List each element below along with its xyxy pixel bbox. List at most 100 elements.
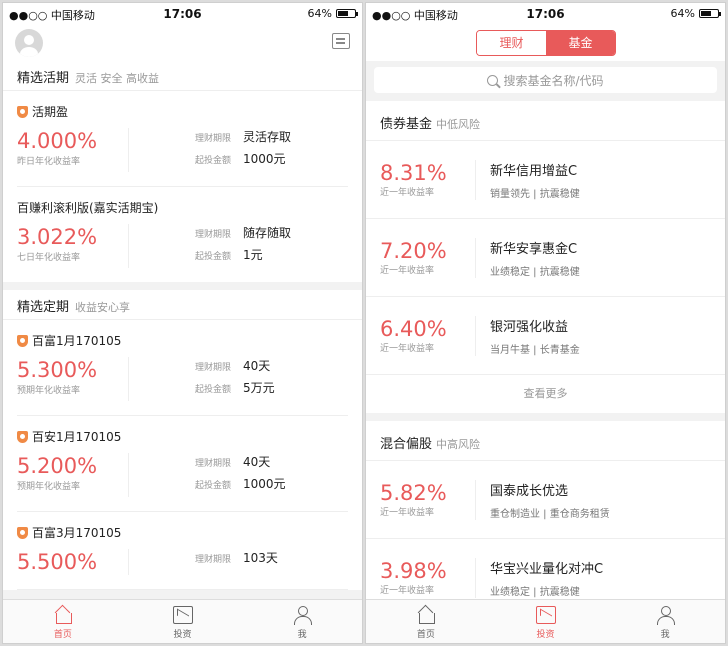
segment-fund[interactable]: 基金 (546, 31, 615, 55)
home-header (3, 25, 362, 61)
term-value: 40天 (243, 455, 271, 469)
rate-block: 5.82% 近一年收益率 (380, 479, 476, 520)
invest-header: 理财 基金 (366, 25, 725, 61)
shield-icon (17, 105, 28, 118)
message-icon[interactable] (332, 33, 350, 49)
product-row: 5.300% 预期年化收益率 理财期限 40天 起投金额 5万元 (17, 357, 348, 416)
product-card[interactable]: 活期盈 4.000% 昨日年化收益率 理财期限 灵活存取 起投金额 1000元 (3, 91, 362, 187)
rate-block: 5.200% 预期年化收益率 (17, 453, 129, 497)
min-label: 起投金额 (195, 481, 232, 491)
rate-value: 5.200% (17, 454, 98, 478)
fund-tags: 销量领先 | 抗震稳健 (490, 188, 580, 200)
status-bar: ●●○○ 中国移动 17:06 64% (366, 3, 725, 25)
terms-block: 理财期限 103天 (129, 549, 348, 575)
product-name-text: 百安1月170105 (32, 430, 122, 444)
min-label: 起投金额 (195, 252, 232, 262)
product-card[interactable]: 百富1月170105 5.300% 预期年化收益率 理财期限 40天 起投金额 5万… (3, 320, 362, 416)
product-name: 百赚利滚利版(嘉实活期宝) (17, 199, 348, 216)
chart-icon (172, 606, 193, 624)
left-phone-screen: ●●○○ 中国移动 17:06 64% 精选活期 灵活 安全 高收益 活期盈 4… (2, 2, 363, 644)
rate-label: 近一年收益率 (380, 585, 435, 596)
rate-label: 近一年收益率 (380, 187, 435, 198)
term-value: 103天 (243, 551, 278, 565)
fund-name: 银河强化收益 (490, 319, 569, 335)
segment-wealth[interactable]: 理财 (477, 31, 546, 55)
rate-value: 4.000% (17, 129, 98, 153)
status-bar: ●●○○ 中国移动 17:06 64% (3, 3, 362, 25)
tab-invest[interactable]: 投资 (486, 600, 606, 643)
section-title: 精选活期 灵活 安全 高收益 (3, 61, 362, 91)
tab-home[interactable]: 首页 (3, 600, 123, 643)
tab-label: 我 (297, 630, 307, 640)
product-name: 百富1月170105 (17, 332, 348, 349)
home-scroll[interactable]: 精选活期 灵活 安全 高收益 活期盈 4.000% 昨日年化收益率 理财期限 灵活存… (3, 61, 362, 599)
min-row: 起投金额 1元 (195, 246, 348, 268)
product-card[interactable]: 百富3月170105 5.500% 理财期限 103天 (3, 512, 362, 590)
rate-label: 预期年化收益率 (17, 386, 81, 396)
fund-info: 新华信用增益C 销量领先 | 抗震稳健 (476, 160, 580, 200)
term-label: 理财期限 (195, 459, 232, 469)
shield-icon (17, 430, 28, 443)
product-card[interactable]: 百安1月170105 5.200% 预期年化收益率 理财期限 40天 起投金额 10… (3, 416, 362, 512)
right-phone-screen: ●●○○ 中国移动 17:06 64% 理财 基金 搜索基金名称/代码 债券基金… (365, 2, 726, 644)
section-subtitle: 灵活 安全 高收益 (75, 72, 160, 85)
terms-block: 理财期限 40天 起投金额 5万元 (129, 357, 348, 401)
term-label: 理财期限 (195, 134, 232, 144)
rate-label: 近一年收益率 (380, 343, 435, 354)
rate-block: 3.022% 七日年化收益率 (17, 224, 129, 268)
section-title-text: 债券基金 (380, 117, 433, 132)
tab-me[interactable]: 我 (242, 600, 362, 643)
fund-card[interactable]: 5.82% 近一年收益率 国泰成长优选 重仓制造业 | 重仓商务租赁 (366, 461, 725, 539)
rate-label: 近一年收益率 (380, 507, 435, 518)
term-label: 理财期限 (195, 230, 232, 240)
rate-block: 5.300% 预期年化收益率 (17, 357, 129, 401)
product-name: 活期盈 (17, 103, 348, 120)
term-row: 理财期限 40天 (195, 453, 348, 475)
product-name-text: 百富1月170105 (32, 334, 122, 348)
rate-label: 近一年收益率 (380, 265, 435, 276)
product-row: 4.000% 昨日年化收益率 理财期限 灵活存取 起投金额 1000元 (17, 128, 348, 187)
min-row: 起投金额 1000元 (195, 475, 348, 497)
fund-info: 新华安享惠金C 业绩稳定 | 抗震稳健 (476, 238, 580, 278)
section-title: 债券基金 中低风险 (366, 101, 725, 141)
screenshot-frame: ●●○○ 中国移动 17:06 64% 精选活期 灵活 安全 高收益 活期盈 4… (0, 0, 728, 646)
product-name-text: 百赚利滚利版(嘉实活期宝) (17, 201, 159, 215)
section-subtitle: 中高风险 (436, 438, 481, 451)
fund-scroll[interactable]: 债券基金 中低风险 8.31% 近一年收益率 新华信用增益C 销量领先 | 抗震稳健 … (366, 101, 725, 599)
fund-card[interactable]: 8.31% 近一年收益率 新华信用增益C 销量领先 | 抗震稳健 (366, 141, 725, 219)
tab-bar: 首页 投资 我 (3, 599, 362, 643)
avatar[interactable] (15, 29, 43, 57)
battery-fill (338, 11, 349, 16)
tab-label: 投资 (173, 630, 192, 640)
rate-label: 七日年化收益率 (17, 253, 81, 263)
term-label: 理财期限 (195, 555, 232, 565)
section-gap (366, 413, 725, 421)
min-label: 起投金额 (195, 385, 232, 395)
tab-invest[interactable]: 投资 (123, 600, 243, 643)
tab-home[interactable]: 首页 (366, 600, 486, 643)
fund-card[interactable]: 3.98% 近一年收益率 华宝兴业量化对冲C 业绩稳定 | 抗震稳健 (366, 539, 725, 599)
product-card[interactable]: 百赚利滚利版(嘉实活期宝) 3.022% 七日年化收益率 理财期限 随存随取 起投… (3, 187, 362, 282)
min-label: 起投金额 (195, 156, 232, 166)
tab-me[interactable]: 我 (605, 600, 725, 643)
fund-name: 国泰成长优选 (490, 483, 569, 499)
fund-card[interactable]: 7.20% 近一年收益率 新华安享惠金C 业绩稳定 | 抗震稳健 (366, 219, 725, 297)
segment-control: 理财 基金 (476, 30, 616, 56)
battery-percent: 64% (307, 7, 332, 20)
fund-name: 新华信用增益C (490, 163, 578, 179)
status-right: 64% (671, 7, 721, 20)
rate-value: 3.98% (380, 558, 447, 583)
section-subtitle: 收益安心享 (75, 301, 131, 314)
term-row: 理财期限 灵活存取 (195, 128, 348, 150)
section-title-text: 精选定期 (17, 300, 70, 315)
section-title: 混合偏股 中高风险 (366, 421, 725, 461)
product-name: 百安1月170105 (17, 428, 348, 445)
term-value: 40天 (243, 359, 271, 373)
min-value: 1000元 (243, 477, 286, 491)
chart-icon (535, 606, 556, 624)
view-more-link[interactable]: 查看更多 (366, 375, 725, 413)
rate-block: 8.31% 近一年收益率 (380, 159, 476, 200)
rate-value: 5.500% (17, 550, 98, 574)
search-input[interactable]: 搜索基金名称/代码 (374, 67, 717, 93)
fund-card[interactable]: 6.40% 近一年收益率 银河强化收益 当月牛基 | 长青基金 (366, 297, 725, 375)
